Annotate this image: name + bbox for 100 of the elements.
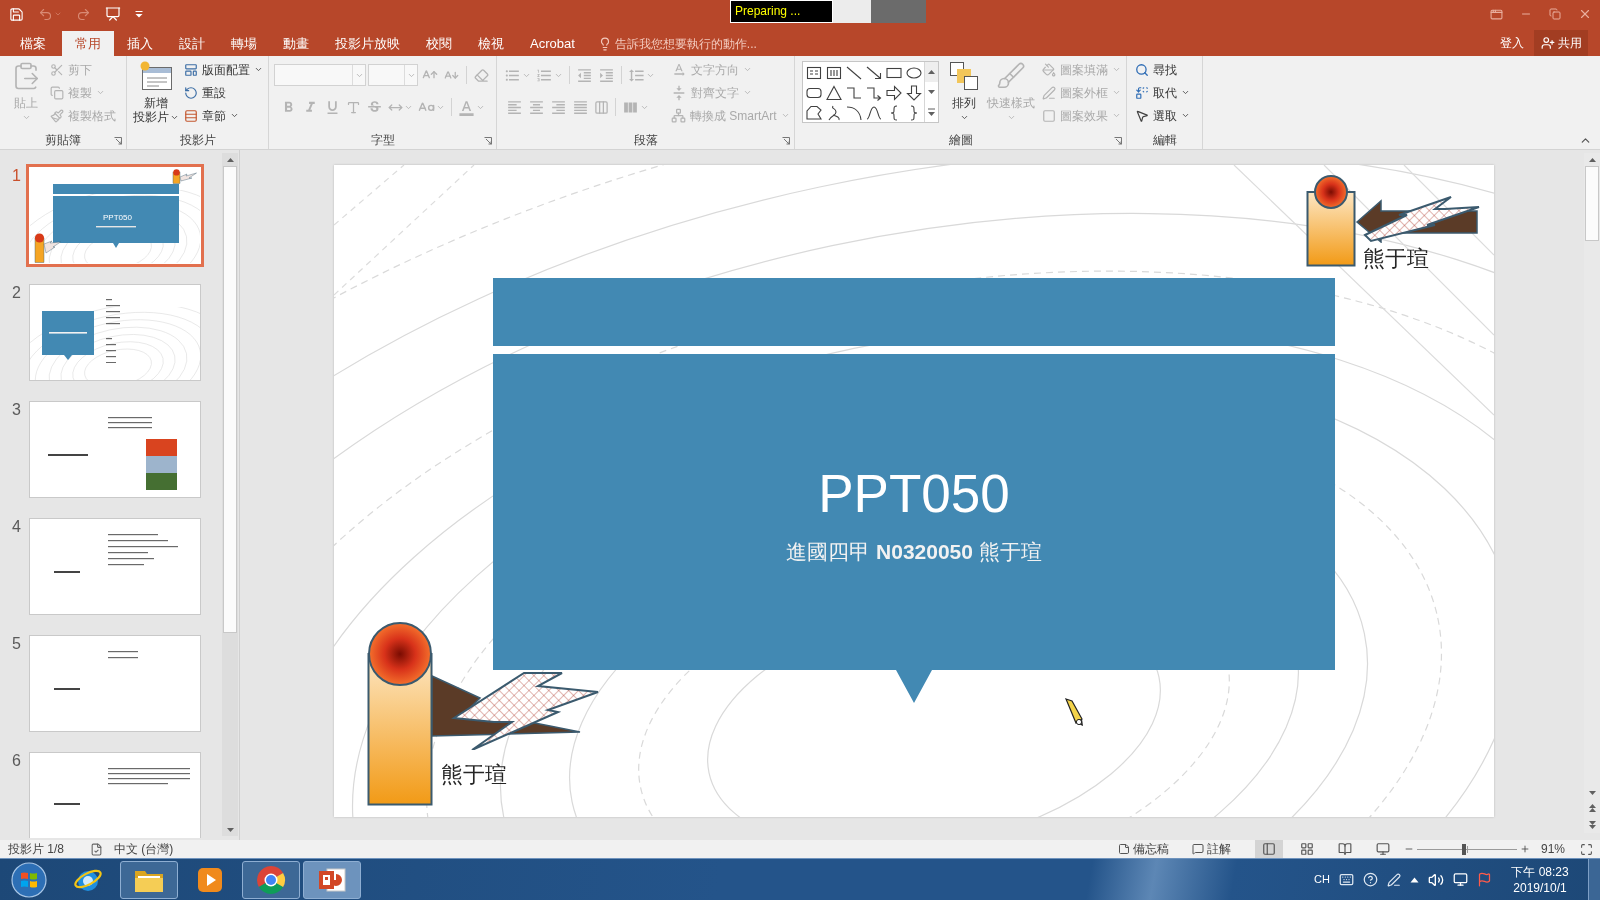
input-language-indicator[interactable]: CH bbox=[1314, 871, 1330, 888]
flag-icon[interactable] bbox=[1477, 872, 1492, 887]
help-icon[interactable] bbox=[1363, 872, 1378, 887]
rectangle-icon[interactable] bbox=[886, 65, 903, 81]
tell-me-field[interactable]: 告訴我您想要執行的動作... bbox=[614, 33, 790, 54]
group-label: 編輯 bbox=[1152, 133, 1177, 148]
proofing-icon[interactable] bbox=[90, 842, 103, 856]
ribbon-tab[interactable]: 動畫 bbox=[270, 31, 322, 56]
normal-view-button[interactable] bbox=[1254, 840, 1283, 858]
freeform-icon[interactable] bbox=[806, 105, 822, 121]
ribbon-tab[interactable]: 檢視 bbox=[465, 31, 517, 56]
up-arrow-icon[interactable] bbox=[1410, 876, 1419, 883]
rounded-rectangle-icon[interactable] bbox=[806, 85, 822, 101]
callout-label: 熊于瑄 bbox=[441, 762, 507, 788]
section-button[interactable]: 章節 bbox=[181, 104, 266, 127]
sign-in-link[interactable]: 登入 bbox=[1490, 30, 1534, 56]
keyboard-icon[interactable] bbox=[1339, 872, 1354, 887]
clock-button[interactable]: 下午 08:23 2019/10/1 bbox=[1507, 863, 1573, 896]
redo-icon bbox=[76, 6, 91, 22]
down-arrow-icon bbox=[225, 825, 235, 834]
reset-button[interactable]: 重設 bbox=[181, 81, 266, 104]
search-icon bbox=[1135, 62, 1149, 77]
save-icon bbox=[9, 6, 24, 22]
comment-icon bbox=[1191, 843, 1204, 855]
group-label: 段落 bbox=[633, 133, 658, 148]
ribbon-tab[interactable]: 插入 bbox=[114, 31, 166, 56]
pencil-icon bbox=[1042, 85, 1056, 100]
scrollbar-thumb[interactable] bbox=[223, 166, 237, 633]
zoom-slider[interactable] bbox=[1416, 843, 1517, 855]
down-arrow-icon[interactable] bbox=[906, 85, 923, 101]
heading-line-drawing bbox=[54, 688, 80, 690]
caret-icon bbox=[54, 10, 62, 18]
ribbon-tab[interactable]: 投影片放映 bbox=[322, 31, 413, 56]
ribbon-tab[interactable]: 設計 bbox=[166, 31, 218, 56]
replace-button[interactable]: 取代 bbox=[1132, 81, 1193, 104]
find-button[interactable]: 尋找 bbox=[1132, 58, 1193, 81]
caret-icon bbox=[743, 88, 752, 97]
select-button[interactable]: 選取 bbox=[1132, 104, 1193, 127]
text-lines-drawing bbox=[106, 299, 120, 363]
elbow-arrow-icon[interactable] bbox=[866, 85, 883, 101]
caret-icon bbox=[1112, 111, 1121, 120]
restore-icon bbox=[1548, 8, 1561, 20]
paintbrush-icon bbox=[50, 108, 64, 123]
ribbon-tab[interactable]: 常用 bbox=[62, 31, 114, 56]
ribbon-tab[interactable]: 轉場 bbox=[218, 31, 270, 56]
eraser-icon bbox=[474, 67, 489, 83]
undo-icon bbox=[38, 6, 53, 22]
vertical-text-box-icon[interactable] bbox=[826, 65, 842, 81]
arc-icon[interactable] bbox=[846, 105, 863, 121]
zoom-level-button[interactable]: 91% bbox=[1538, 840, 1567, 858]
pen-icon[interactable] bbox=[1387, 872, 1401, 887]
dialog-launcher-button[interactable] bbox=[1114, 136, 1122, 145]
layout-button[interactable]: 版面配置 bbox=[181, 58, 266, 81]
slide-thumbnail[interactable] bbox=[29, 401, 201, 498]
text-direction-icon bbox=[671, 61, 687, 78]
file-manager-button[interactable] bbox=[120, 860, 178, 899]
speaker-icon[interactable] bbox=[1428, 871, 1444, 888]
scrollbar-thumb[interactable] bbox=[1585, 166, 1599, 241]
presentation-app-button[interactable] bbox=[303, 860, 361, 899]
share-button[interactable]: 共用 bbox=[1534, 30, 1588, 56]
ribbon-tab[interactable]: Acrobat bbox=[517, 31, 588, 56]
gallery-up-button[interactable] bbox=[925, 62, 938, 82]
network-icon[interactable] bbox=[1453, 872, 1468, 887]
curve-icon[interactable] bbox=[866, 105, 883, 121]
scrollbar[interactable] bbox=[222, 153, 238, 836]
arrange-button[interactable]: 排列 bbox=[945, 58, 983, 130]
increase-indent-icon bbox=[598, 66, 615, 84]
caret-icon bbox=[21, 113, 31, 122]
slide-thumbnail[interactable] bbox=[29, 752, 201, 838]
comments-button[interactable]: 註解 bbox=[1189, 840, 1233, 858]
caret-icon bbox=[254, 65, 263, 74]
hierarchy-icon bbox=[671, 108, 686, 123]
slide-thumbnail[interactable] bbox=[29, 635, 201, 732]
slide-thumbnail[interactable]: PPT050 bbox=[29, 167, 201, 264]
slide-number: 5 bbox=[11, 635, 22, 653]
right-arrow-icon[interactable] bbox=[886, 85, 903, 101]
dialog-launcher-button[interactable] bbox=[114, 136, 122, 145]
web-browser-button[interactable] bbox=[242, 860, 300, 899]
oval-icon[interactable] bbox=[906, 65, 923, 81]
line-icon[interactable] bbox=[846, 65, 863, 81]
slide-thumbnail[interactable] bbox=[29, 284, 201, 381]
slide-thumbnail[interactable] bbox=[29, 518, 201, 615]
text-lines-drawing bbox=[108, 651, 138, 659]
up-arrow-icon bbox=[1587, 155, 1597, 164]
arrow-line-icon[interactable] bbox=[866, 65, 883, 81]
notes-button[interactable]: 備忘稿 bbox=[1115, 840, 1171, 858]
up-arrow-icon bbox=[225, 155, 235, 164]
text-box-icon[interactable] bbox=[806, 65, 822, 81]
layout-icon bbox=[184, 62, 198, 77]
ribbon-tab[interactable]: 校閱 bbox=[413, 31, 465, 56]
new-slide-button[interactable]: 新增 投影片 bbox=[133, 58, 179, 130]
book-icon bbox=[1337, 842, 1352, 856]
zoom-slider-thumb[interactable] bbox=[1461, 844, 1466, 855]
presentation-icon bbox=[105, 6, 121, 22]
triangle-icon[interactable] bbox=[826, 85, 842, 101]
launcher-icon bbox=[484, 136, 492, 145]
customize-caret-icon bbox=[135, 10, 143, 18]
ribbon-tab[interactable]: 檔案 bbox=[4, 31, 62, 56]
scribble-icon[interactable] bbox=[826, 105, 842, 121]
slide-number: 2 bbox=[11, 284, 22, 302]
